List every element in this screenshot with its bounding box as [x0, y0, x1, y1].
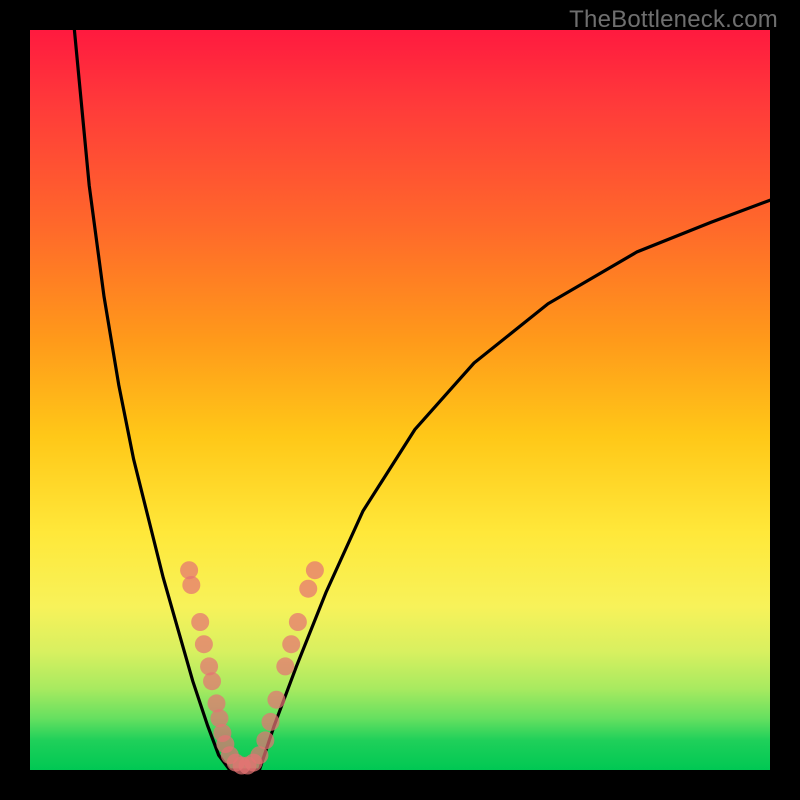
chart-svg	[30, 30, 770, 770]
sample-dot	[195, 635, 213, 653]
sample-dot	[210, 709, 228, 727]
sample-dot	[203, 672, 221, 690]
sample-dot	[200, 657, 218, 675]
plot-area	[30, 30, 770, 770]
sample-dot	[262, 713, 280, 731]
sample-dot	[207, 694, 225, 712]
sample-dot	[306, 561, 324, 579]
curve-group	[74, 30, 770, 770]
sample-dot	[182, 576, 200, 594]
sample-dot	[299, 580, 317, 598]
bottleneck-curve	[74, 30, 770, 770]
sample-dot	[267, 691, 285, 709]
sample-dot	[289, 613, 307, 631]
sample-dot	[276, 657, 294, 675]
sample-dot	[282, 635, 300, 653]
sample-dot	[191, 613, 209, 631]
chart-frame: TheBottleneck.com	[0, 0, 800, 800]
dots-group	[180, 561, 324, 774]
sample-dot	[256, 731, 274, 749]
